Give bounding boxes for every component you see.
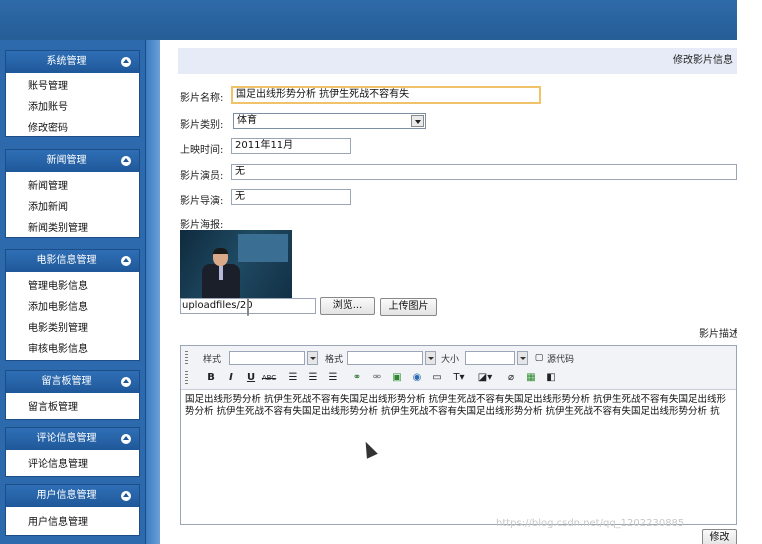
sidebar-item-add-movie[interactable]: 添加电影信息 — [6, 297, 139, 318]
size-dropdown-icon[interactable] — [517, 351, 528, 365]
bold-icon[interactable]: B — [203, 370, 219, 386]
collapse-icon[interactable] — [121, 156, 131, 166]
movie-name-field[interactable]: 国足出线形势分析 抗伊生死战不容有失 — [231, 86, 541, 104]
collapse-icon[interactable] — [121, 57, 131, 67]
collapse-icon[interactable] — [121, 377, 131, 387]
panel-header[interactable]: 新闻管理 — [6, 150, 139, 172]
poster-background — [238, 234, 288, 262]
rich-text-editor: 样式 格式 大小 ▢ 源代码 B I U ABC ☰ ☰ ☰ ⚭ ⚮ ▣ ◉ ▭… — [180, 345, 737, 525]
eraser-icon[interactable]: ⌀ — [503, 370, 519, 386]
unlink-icon[interactable]: ⚮ — [369, 370, 385, 386]
sidebar-panel-news: 新闻管理 新闻管理 添加新闻 新闻类别管理 — [5, 149, 140, 238]
background-color-icon[interactable]: ◪▾ — [477, 370, 493, 386]
sidebar-panel-comments: 评论信息管理 评论信息管理 — [5, 427, 140, 477]
top-header-bar — [0, 0, 737, 40]
panel-header[interactable]: 评论信息管理 — [6, 428, 139, 450]
poster-anchor-figure — [200, 248, 240, 298]
watermark-text: https://blog.csdn.net/qq_1202230885 — [496, 518, 685, 529]
editor-toolbar: 样式 格式 大小 ▢ 源代码 B I U ABC ☰ ☰ ☰ ⚭ ⚮ ▣ ◉ ▭… — [181, 346, 736, 390]
image-icon[interactable]: ▣ — [389, 370, 405, 386]
strikethrough-icon[interactable]: ABC — [261, 370, 277, 386]
style-label: 样式 — [203, 355, 222, 365]
sidebar-panel-movie: 电影信息管理 管理电影信息 添加电影信息 电影类别管理 审核电影信息 — [5, 249, 140, 361]
type-selected-value: 体育 — [237, 115, 257, 126]
align-center-icon[interactable]: ☰ — [305, 370, 321, 386]
toolbar-grip[interactable] — [185, 351, 188, 365]
date-label: 上映时间: — [180, 145, 224, 156]
text-color-icon[interactable]: T▾ — [451, 370, 467, 386]
name-label: 影片名称: — [180, 93, 224, 104]
sidebar-item-add-news[interactable]: 添加新闻 — [6, 197, 139, 218]
collapse-icon[interactable] — [121, 491, 131, 501]
sidebar-item-account-manage[interactable]: 账号管理 — [6, 76, 139, 97]
format-label: 格式 — [325, 355, 344, 365]
page-title: 修改影片信息 — [178, 48, 737, 74]
sidebar: 系统管理 账号管理 添加账号 修改密码 新闻管理 新闻管理 添加新闻 新闻类别管… — [0, 40, 146, 544]
sidebar-item-add-account[interactable]: 添加账号 — [6, 97, 139, 118]
style-dropdown-icon[interactable] — [307, 351, 318, 365]
panel-header[interactable]: 电影信息管理 — [6, 250, 139, 272]
sidebar-item-guestbook[interactable]: 留言板管理 — [6, 397, 139, 418]
italic-icon[interactable]: I — [223, 370, 239, 386]
grid-icon[interactable]: ▦ — [523, 370, 539, 386]
sidebar-item-movie-category[interactable]: 电影类别管理 — [6, 318, 139, 339]
source-code-icon[interactable]: ▢ — [531, 350, 547, 366]
chevron-down-icon[interactable] — [411, 115, 424, 127]
preview-icon[interactable]: ◧ — [543, 370, 559, 386]
size-select[interactable] — [465, 351, 515, 365]
path-field-gap — [247, 298, 249, 316]
sidebar-panel-guestbook: 留言板管理 留言板管理 — [5, 370, 140, 420]
sidebar-item-movie-manage[interactable]: 管理电影信息 — [6, 276, 139, 297]
director-field[interactable]: 无 — [231, 189, 351, 205]
link-icon[interactable]: ⚭ — [349, 370, 365, 386]
sidebar-item-news-category[interactable]: 新闻类别管理 — [6, 218, 139, 239]
format-select[interactable] — [347, 351, 423, 365]
sidebar-item-change-password[interactable]: 修改密码 — [6, 118, 139, 139]
actor-label: 影片演员: — [180, 171, 224, 182]
sidebar-item-comments[interactable]: 评论信息管理 — [6, 454, 139, 475]
submit-button[interactable]: 修改 — [702, 529, 737, 544]
panel-header[interactable]: 留言板管理 — [6, 371, 139, 393]
format-dropdown-icon[interactable] — [425, 351, 436, 365]
underline-icon[interactable]: U — [243, 370, 259, 386]
flash-icon[interactable]: ◉ — [409, 370, 425, 386]
sidebar-panel-users: 用户信息管理 用户信息管理 — [5, 484, 140, 536]
actor-field[interactable]: 无 — [231, 164, 737, 180]
panel-header[interactable]: 用户信息管理 — [6, 485, 139, 507]
panel-title: 电影信息管理 — [36, 255, 97, 266]
release-date-field[interactable]: 2011年11月 — [231, 138, 351, 154]
toolbar-grip[interactable] — [185, 371, 188, 385]
size-label: 大小 — [441, 355, 460, 365]
browse-button[interactable]: 浏览... — [320, 297, 375, 315]
movie-type-select[interactable]: 体育 — [233, 113, 426, 129]
sidebar-item-users[interactable]: 用户信息管理 — [6, 512, 139, 533]
table-icon[interactable]: ▭ — [429, 370, 445, 386]
align-left-icon[interactable]: ☰ — [285, 370, 301, 386]
panel-title: 用户信息管理 — [36, 490, 97, 501]
sidebar-panel-system: 系统管理 账号管理 添加账号 修改密码 — [5, 50, 140, 137]
sidebar-splitter[interactable] — [146, 40, 160, 544]
panel-header[interactable]: 系统管理 — [6, 51, 139, 73]
sidebar-item-movie-review[interactable]: 审核电影信息 — [6, 339, 139, 360]
window-right-margin — [737, 0, 762, 544]
collapse-icon[interactable] — [121, 434, 131, 444]
panel-title: 评论信息管理 — [36, 433, 97, 444]
poster-label: 影片海报: — [180, 220, 224, 231]
upload-image-button[interactable]: 上传图片 — [380, 298, 437, 316]
main-content: 修改影片信息 影片名称: 国足出线形势分析 抗伊生死战不容有失 影片类别: 体育… — [163, 40, 739, 544]
panel-title: 留言板管理 — [41, 376, 92, 387]
editor-content-area[interactable]: 国足出线形势分析 抗伊生死战不容有失国足出线形势分析 抗伊生死战不容有失国足出线… — [185, 394, 733, 420]
description-label: 影片描述 — [699, 329, 739, 340]
director-label: 影片导演: — [180, 196, 224, 207]
align-right-icon[interactable]: ☰ — [325, 370, 341, 386]
panel-title: 新闻管理 — [46, 155, 87, 166]
poster-thumbnail — [180, 230, 292, 298]
type-label: 影片类别: — [180, 120, 224, 131]
collapse-icon[interactable] — [121, 256, 131, 266]
sidebar-item-news-manage[interactable]: 新闻管理 — [6, 176, 139, 197]
style-select[interactable] — [229, 351, 305, 365]
panel-title: 系统管理 — [46, 56, 87, 67]
source-code-label[interactable]: 源代码 — [547, 352, 574, 365]
